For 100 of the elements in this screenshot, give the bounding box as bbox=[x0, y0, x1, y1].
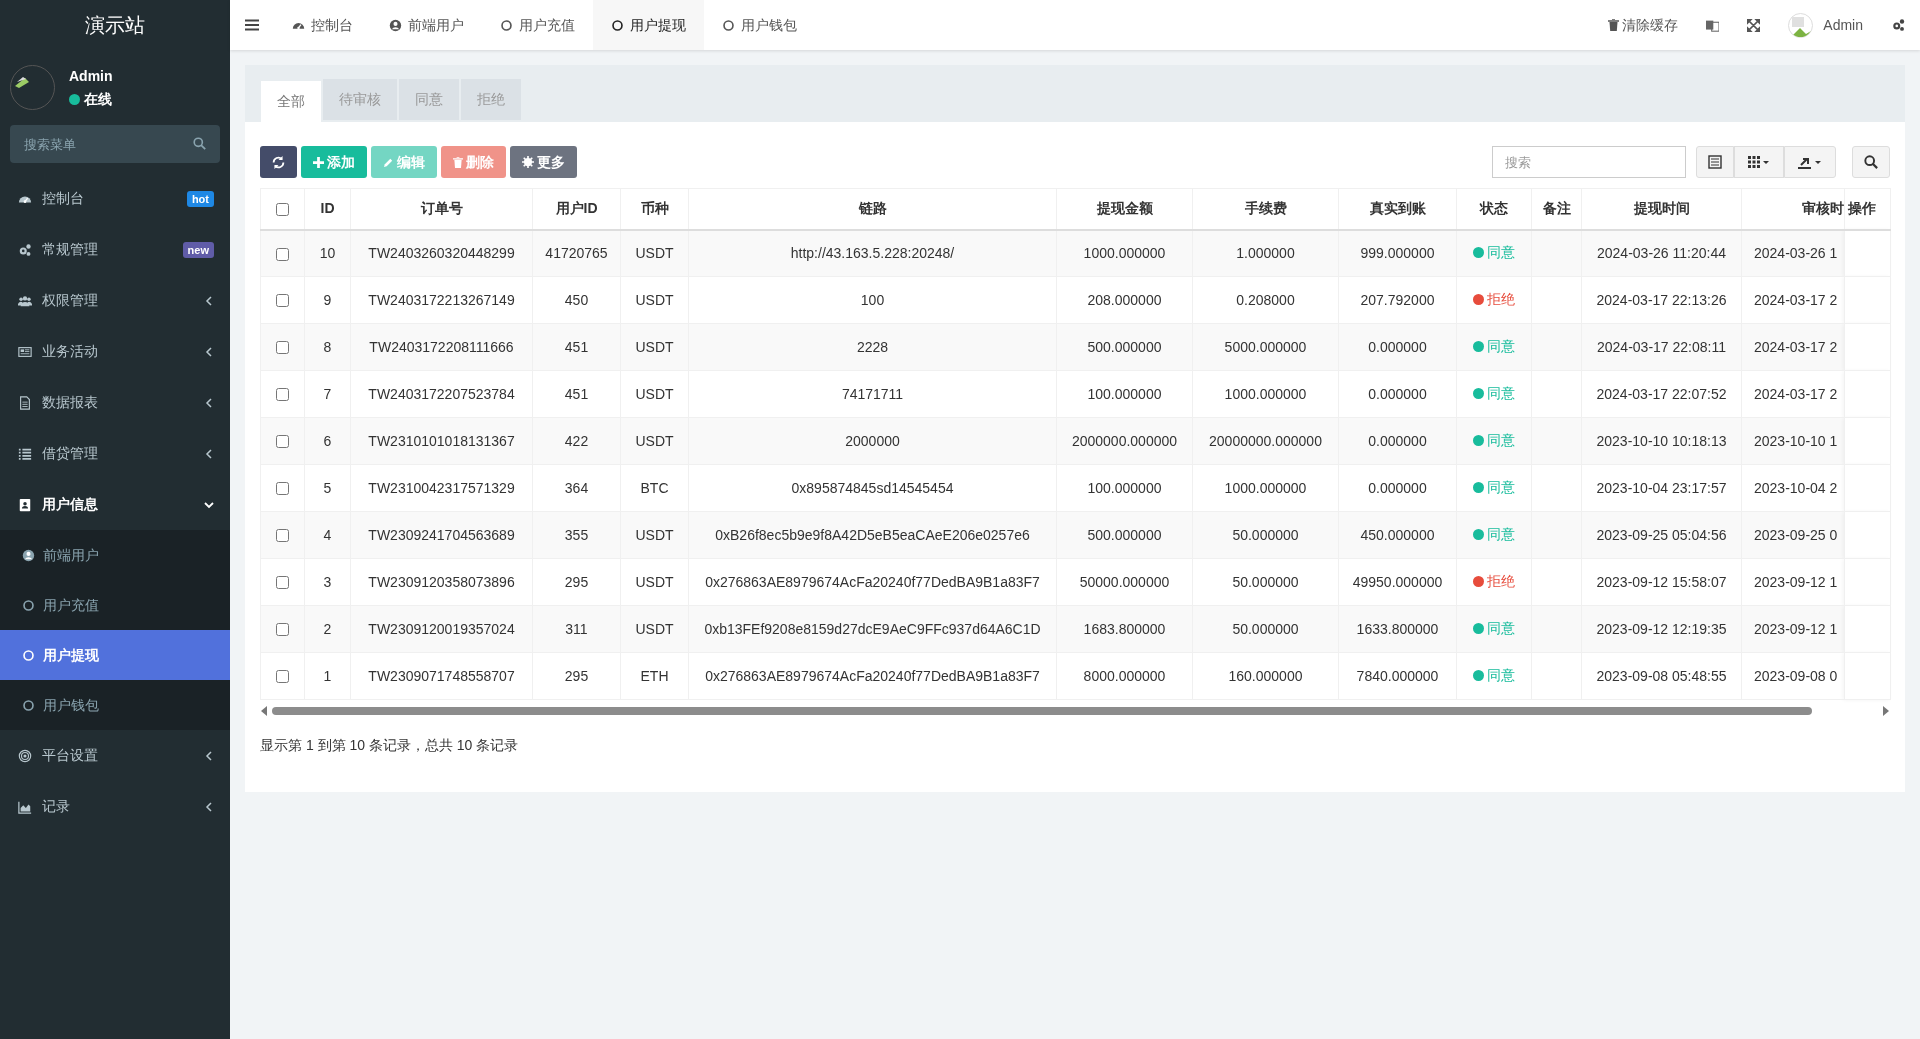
table-cell: 0.208000 bbox=[1236, 291, 1295, 308]
column-header[interactable]: 链路 bbox=[688, 188, 1057, 230]
row-checkbox[interactable] bbox=[276, 482, 289, 496]
table-cell: 2024-03-17 22:08:11 bbox=[1597, 338, 1726, 355]
table-cell: 208.000000 bbox=[1087, 291, 1162, 308]
table-cell: 450 bbox=[564, 291, 589, 308]
search-field[interactable]: 搜索 bbox=[1492, 146, 1686, 178]
menu-search-field[interactable]: 搜索菜单 bbox=[10, 125, 220, 163]
table-cell: USDT bbox=[635, 432, 674, 449]
column-header[interactable]: 用户ID bbox=[532, 188, 621, 230]
table-cell: USDT bbox=[635, 338, 674, 355]
nav-tab[interactable]: 前端用户 bbox=[371, 0, 482, 50]
column-header[interactable]: ID bbox=[304, 188, 351, 230]
table-cell: 0xB26f8ec5b9e9f8A42D5eB5eaCAeE206e0257e6 bbox=[715, 526, 1030, 543]
table-cell: 8 bbox=[323, 338, 332, 355]
table-cell: 10 bbox=[319, 244, 336, 261]
submenu-item[interactable]: 前端用户 bbox=[0, 530, 230, 580]
table-cell: TW2403260320448299 bbox=[368, 244, 515, 261]
table-cell: TW2310042317571329 bbox=[368, 479, 515, 496]
column-header[interactable]: 状态 bbox=[1456, 188, 1532, 230]
row-checkbox[interactable] bbox=[276, 341, 289, 355]
menu-item[interactable]: 常规管理 new bbox=[0, 224, 230, 275]
menu-item[interactable]: 数据报表 bbox=[0, 377, 230, 428]
row-checkbox[interactable] bbox=[276, 576, 289, 590]
filter-tab[interactable]: 全部 bbox=[261, 81, 321, 122]
toggle-view-button[interactable] bbox=[1696, 146, 1734, 178]
refresh-button[interactable] bbox=[260, 146, 297, 178]
submenu-item[interactable]: 用户充值 bbox=[0, 580, 230, 630]
column-header[interactable]: 审核时 bbox=[1741, 188, 1845, 230]
row-checkbox[interactable] bbox=[276, 388, 289, 402]
search-button[interactable] bbox=[1852, 146, 1890, 178]
table-cell: 2024-03-17 22:07:52 bbox=[1596, 385, 1727, 402]
column-header[interactable]: 币种 bbox=[620, 188, 689, 230]
select-all-checkbox[interactable] bbox=[276, 203, 289, 217]
status-label: 同意 bbox=[1473, 242, 1515, 264]
horizontal-scrollbar[interactable] bbox=[272, 707, 1812, 715]
export-dropdown-icon bbox=[1798, 155, 1822, 169]
column-header[interactable]: 手续费 bbox=[1192, 188, 1339, 230]
avatar-image bbox=[10, 65, 55, 110]
clear-cache-button[interactable]: 清除缓存 bbox=[1594, 0, 1693, 50]
table-cell: 2023-10-10 10:18:13 bbox=[1596, 432, 1727, 449]
scroll-right-icon[interactable] bbox=[1882, 706, 1890, 716]
column-header[interactable]: 操作 bbox=[1844, 188, 1891, 230]
table-cell: 999.000000 bbox=[1360, 244, 1435, 261]
column-header[interactable]: 订单号 bbox=[350, 188, 533, 230]
users-icon bbox=[18, 293, 32, 308]
row-checkbox[interactable] bbox=[276, 435, 289, 449]
table-cell: 295 bbox=[564, 573, 589, 590]
nav-tab[interactable]: 用户充值 bbox=[482, 0, 593, 50]
nav-tab[interactable]: 控制台 bbox=[274, 0, 371, 50]
column-header[interactable]: 备注 bbox=[1531, 188, 1582, 230]
circle-icon bbox=[22, 698, 35, 712]
table-cell: 50.000000 bbox=[1232, 620, 1299, 637]
nav-tab[interactable]: 用户提现 bbox=[593, 0, 704, 50]
menu-item[interactable]: 用户信息 bbox=[0, 479, 230, 530]
table-cell: 2000000 bbox=[845, 432, 900, 449]
trash-icon bbox=[1608, 19, 1620, 31]
table-cell: 2023-10-04 2 bbox=[1754, 479, 1838, 496]
table-cell: 0.000000 bbox=[1368, 338, 1427, 355]
menu-item[interactable]: 平台设置 bbox=[0, 730, 230, 781]
submenu-item[interactable]: 用户钱包 bbox=[0, 680, 230, 730]
columns-button[interactable] bbox=[1734, 146, 1784, 178]
table-cell: TW2403172207523784 bbox=[368, 385, 515, 402]
menu-item[interactable]: 借贷管理 bbox=[0, 428, 230, 479]
table-cell: USDT bbox=[635, 620, 674, 637]
table-cell: 2023-09-12 12:19:35 bbox=[1596, 620, 1727, 637]
row-checkbox[interactable] bbox=[276, 529, 289, 543]
table-cell: 50.000000 bbox=[1232, 526, 1299, 543]
table-cell: 1.000000 bbox=[1236, 244, 1295, 261]
nav-tab[interactable]: 用户钱包 bbox=[704, 0, 815, 50]
table-cell: 2023-09-08 05:48:55 bbox=[1596, 667, 1727, 684]
contact-card-icon bbox=[18, 497, 32, 512]
scroll-left-icon[interactable] bbox=[260, 706, 268, 716]
table-cell: 2023-09-12 1 bbox=[1754, 573, 1838, 590]
status-label: 同意 bbox=[1473, 336, 1515, 357]
row-checkbox[interactable] bbox=[276, 247, 289, 261]
row-checkbox[interactable] bbox=[276, 294, 289, 308]
table-cell: 1000.000000 bbox=[1224, 385, 1307, 402]
table-cell: 2023-10-04 23:17:57 bbox=[1596, 479, 1727, 496]
submenu-item[interactable]: 用户提现 bbox=[0, 630, 230, 680]
table-cell: TW2403172208111666 bbox=[369, 338, 514, 355]
gears-icon bbox=[18, 242, 32, 257]
column-header[interactable]: 提现时间 bbox=[1581, 188, 1742, 230]
trash-icon bbox=[453, 156, 463, 168]
row-checkbox[interactable] bbox=[276, 670, 289, 684]
menu-item[interactable]: 业务活动 bbox=[0, 326, 230, 377]
more-button[interactable]: 更多 bbox=[510, 146, 577, 178]
status-label: 同意 bbox=[1473, 665, 1515, 686]
menu-item[interactable]: 权限管理 bbox=[0, 275, 230, 326]
table-cell: BTC bbox=[640, 479, 669, 496]
list-icon bbox=[18, 446, 32, 461]
table-cell: 2024-03-17 2 bbox=[1754, 338, 1838, 355]
column-header[interactable]: 真实到账 bbox=[1338, 188, 1457, 230]
column-header[interactable]: 提现金额 bbox=[1056, 188, 1193, 230]
menu-badge: new bbox=[182, 241, 214, 258]
table-cell: 49950.000000 bbox=[1352, 573, 1443, 590]
export-button[interactable] bbox=[1784, 146, 1836, 178]
menu-item[interactable]: 控制台 hot bbox=[0, 173, 230, 224]
menu-item[interactable]: 记录 bbox=[0, 781, 230, 832]
row-checkbox[interactable] bbox=[276, 623, 289, 637]
